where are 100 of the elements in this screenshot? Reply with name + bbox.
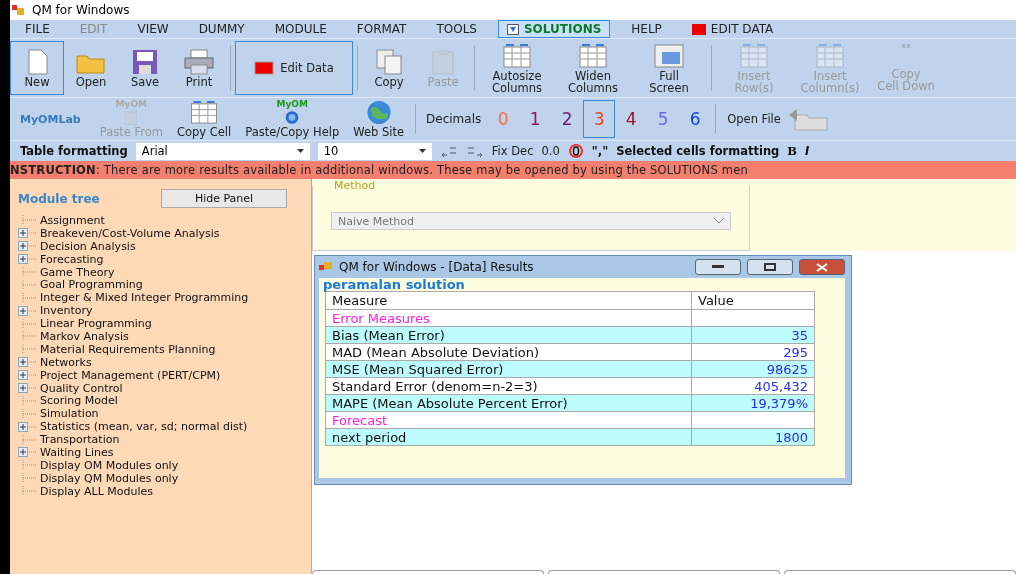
tree-item[interactable]: Game Theory [40,265,115,279]
solution-heading: peramalan solution [323,278,466,291]
tree-item[interactable]: Material Requirements Planning [40,342,216,356]
screen-icon [652,42,686,69]
size-select[interactable]: 10 [317,142,432,160]
tree-item[interactable]: Project Management (PERT/CPM) [40,368,221,382]
menu-item[interactable]: FORMAT [347,20,416,38]
expand-icon[interactable] [18,241,38,252]
tree-item[interactable]: Decision Analysis [40,239,136,253]
table-icon [576,42,610,69]
selected-cells-label: Selected cells formatting [616,144,780,158]
menu-item[interactable]: MODULE [265,20,336,38]
expand-icon[interactable] [18,447,38,458]
expand-icon[interactable] [18,370,38,381]
font-select[interactable]: Arial [135,142,310,160]
dropdown-arrow-icon [418,149,426,153]
tree-item[interactable]: Integer & Mixed Integer Programming [40,291,249,305]
column-header: Value [691,291,815,310]
toolbar-button[interactable]: Print [172,41,226,95]
tree-item[interactable]: Display OM Modules only [40,458,179,472]
results-window-title: QM for Windows - [Data] Results [339,260,535,274]
quote-icon [902,44,910,48]
table-icon [500,42,534,69]
printer-icon [182,48,216,75]
expand-icon[interactable] [18,228,38,239]
menu-item[interactable]: FILE [16,20,59,38]
window-title: QM for Windows [32,3,130,17]
tree-item[interactable]: Goal Programming [40,278,143,292]
edit-data-icon [691,23,706,35]
tree-item[interactable]: Linear Programming [40,317,152,331]
tree-item[interactable]: Display QM Modules only [40,471,179,485]
fix-dec-value: 0.0 [541,144,560,158]
maximize-button[interactable] [747,259,793,275]
dropdown-arrow-icon [296,149,304,153]
table-icon [737,42,771,69]
table-formatting-label: Table formatting [20,144,128,158]
menu-item[interactable]: DUMMY [189,20,254,38]
toolbar-button[interactable]: Open [64,41,118,95]
tree-item[interactable]: Breakeven/Cost-Volume Analysis [40,226,220,240]
bold-button[interactable]: B [787,144,798,158]
open-file-button[interactable]: Open File [720,99,836,139]
chevron-down-icon [714,218,724,224]
minimize-button[interactable] [695,259,741,275]
menu-item[interactable]: VIEW [128,20,178,38]
minimize-icon [712,265,724,269]
tree-item[interactable]: Waiting Lines [40,446,114,459]
toolbar-button[interactable]: Save [118,41,172,95]
fix-dec-label: Fix Dec [491,144,534,158]
no-zero-icon[interactable] [567,144,584,158]
table-icon [813,42,847,69]
tree-item[interactable]: Transportation [40,433,120,447]
expand-icon[interactable] [18,421,38,432]
menu-item[interactable]: SOLUTIONS [497,20,611,38]
decrease-decimal-icon[interactable] [465,145,484,157]
menu-item[interactable]: HELP [622,20,671,38]
tree-item[interactable]: Assignment [40,213,105,227]
instruction-text: NSTRUCTION: There are more results available in additional windows. These may be opened by using the SOLUTIONS men [10,163,748,177]
tree-item[interactable]: Forecasting [40,252,104,266]
expand-icon[interactable] [18,305,38,316]
tree-item[interactable]: Networks [40,355,92,369]
app-icon [319,262,333,272]
edit-data-icon [254,61,275,75]
column-header: Measure [325,291,692,310]
toolbar-button[interactable]: MyOM Paste/Copy Help [238,99,347,139]
tree-item[interactable]: Scoring Model [40,394,118,408]
toolbar-button[interactable]: Edit Data [235,41,353,95]
toolbar-button[interactable]: Web Site [346,99,412,139]
close-button[interactable] [799,259,845,275]
decimals-button[interactable]: 2 [551,100,584,138]
tree-item[interactable]: Inventory [40,304,93,318]
decimals-label: Decimals [425,112,483,126]
decimals-button[interactable]: 6 [679,100,712,138]
method-legend: Method [331,179,379,192]
comma-button[interactable]: "," [591,144,609,158]
app-icon [12,5,24,15]
decimals-button[interactable]: 1 [519,100,552,138]
tree-item[interactable]: Markov Analysis [40,329,129,343]
toolbar-button[interactable]: Autosize Columns [479,41,555,95]
tree-item[interactable]: Display ALL Modules [40,484,154,498]
toolbar-button[interactable]: Copy Cell [169,99,239,139]
hide-panel-button[interactable]: Hide Panel [161,189,287,208]
menu-item[interactable]: TOOLS [427,20,486,38]
toolbar-button[interactable]: Copy [362,41,416,95]
module-tree-title: Module tree [18,191,100,206]
increase-decimal-icon[interactable] [439,145,458,157]
tree-item[interactable]: Quality Control [40,381,123,395]
expand-icon[interactable] [18,254,38,265]
toolbar-button[interactable]: New [10,41,64,95]
toolbar-button[interactable]: Widen Columns [555,41,631,95]
decimals-button[interactable]: 4 [615,100,648,138]
expand-icon[interactable] [18,383,38,393]
toolbar-button[interactable]: Full Screen [631,41,707,95]
menu-item[interactable]: EDIT DATA [682,20,783,38]
tree-item[interactable]: Simulation [40,407,99,421]
expand-icon[interactable] [18,357,38,368]
myomlab-label: MyOMLab [19,112,82,126]
tree-item[interactable]: Statistics (mean, var, sd; normal dist) [40,420,248,434]
maximize-icon [764,263,776,271]
italic-button[interactable]: I [805,144,810,158]
close-icon [816,262,828,272]
